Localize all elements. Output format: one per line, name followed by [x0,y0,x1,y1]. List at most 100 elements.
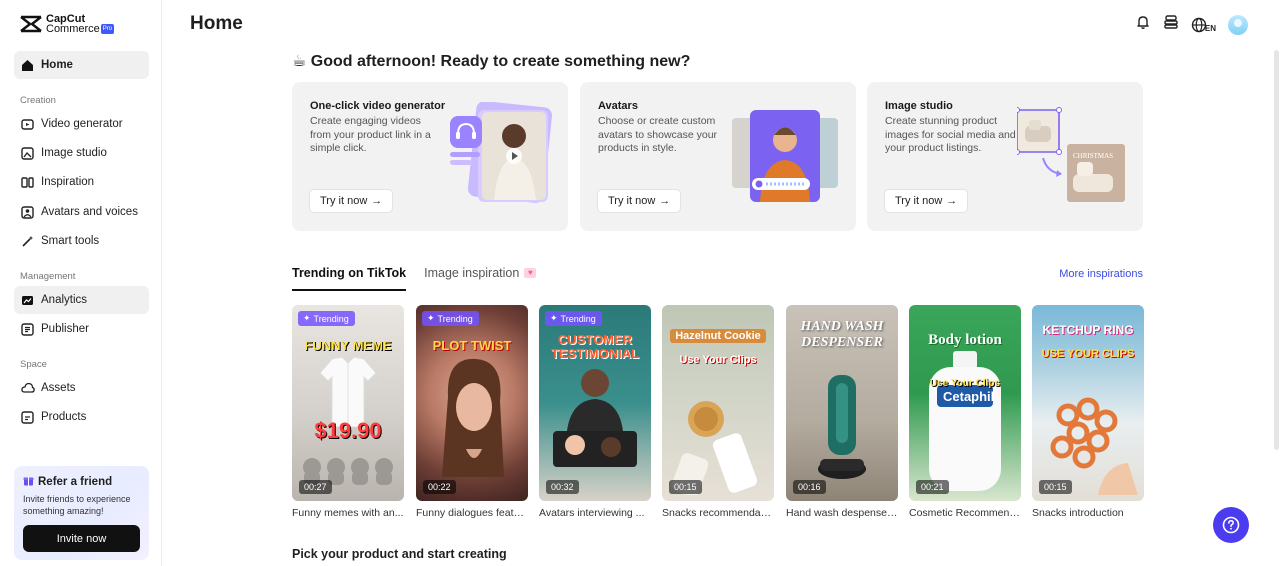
try-it-now-button[interactable]: Try it now → [884,189,969,213]
arrow-right-icon: → [946,195,958,207]
magic-wand-icon [20,234,35,249]
video-duration: 00:22 [423,480,456,494]
sidebar-item-label: Assets [41,382,76,394]
video-card[interactable]: ✦ Trending CUSTOMER TESTIMONIAL 00:32 [539,305,651,501]
heart-icon: ♥ [524,268,537,278]
publisher-icon [20,322,35,337]
help-question-icon [1222,516,1240,534]
gift-icon [23,475,34,489]
sidebar-item-smart-tools[interactable]: Smart tools [14,227,149,255]
tab-trending-on-tiktok[interactable]: Trending on TikTok [292,266,407,291]
feature-card-avatars[interactable]: Avatars Choose or create custom avatars … [580,82,856,231]
sparkle-icon: ✦ [550,313,558,323]
video-caption: FUNNY MEME [304,338,392,353]
sidebar-item-label: Home [41,59,73,71]
greeting-heading: ☕ Good afternoon! Ready to create someth… [292,53,691,70]
inspiration-icon [20,175,35,190]
sidebar-item-avatars[interactable]: Avatars and voices [14,198,149,226]
home-icon [20,58,35,73]
video-duration: 00:32 [546,480,579,494]
section-creation: Creation [20,95,56,106]
sidebar-item-video-generator[interactable]: Video generator [14,110,149,138]
video-card[interactable]: Body lotion Cetaphil Use Your Clips 00:2… [909,305,1021,501]
video-duration: 00:15 [1039,480,1072,494]
trending-badge: ✦ Trending [545,311,602,326]
help-button[interactable] [1213,507,1249,543]
price-tag: $19.90 [314,418,382,443]
sparkle-icon: ✦ [303,313,311,323]
video-title: Avatars interviewing ... [539,507,645,519]
sidebar-item-label: Avatars and voices [41,206,138,218]
video-title: Snacks recommendati... [662,507,774,519]
sidebar-item-label: Smart tools [41,235,100,247]
invite-now-button[interactable]: Invite now [23,525,140,552]
video-caption: Body lotion [928,332,1002,348]
refer-description: Invite friends to experience something a… [23,494,131,516]
video-card[interactable]: ✦ Trending FUNNY MEME $19.90 00:27 [292,305,404,501]
refer-friend-card: Refer a friend Invite friends to experie… [14,466,149,560]
video-caption: KETCHUP RING [1042,323,1134,337]
feature-description: Create engaging videos from your product… [310,115,431,154]
shirt-image [319,357,377,427]
sidebar-item-analytics[interactable]: Analytics [14,286,149,314]
sidebar: CapCut Commerce Pro Home Creation Video g… [0,0,162,566]
video-title: Snacks introduction [1032,507,1124,519]
woman-face-image [442,358,504,477]
sidebar-item-label: Inspiration [41,176,95,188]
sidebar-item-image-studio[interactable]: Image studio [14,139,149,167]
sidebar-item-label: Products [41,411,87,423]
sidebar-item-home[interactable]: Home [14,51,149,79]
video-caption: PLOT TWIST [432,338,512,353]
image-studio-illustration: CHRISTMAS [1014,102,1127,210]
avatars-illustration [730,102,840,210]
language-globe-icon[interactable]: EN [1191,17,1216,33]
video-card[interactable]: ✦ Trending PLOT TWIST 00:22 [416,305,528,501]
feature-card-video-generator[interactable]: One-click video generator Create engagin… [292,82,568,231]
bell-icon[interactable] [1135,14,1151,35]
video-caption: CUSTOMER TESTIMONIAL [550,332,640,361]
video-subcaption: USE YOUR CLIPS [1041,348,1135,360]
avatar-icon [20,205,35,220]
try-it-now-button[interactable]: Try it now → [597,189,682,213]
sidebar-item-products[interactable]: Products [14,403,149,431]
section-space: Space [20,359,47,370]
logo-line2: Commerce [46,23,100,35]
page-title: Home [190,13,243,34]
feature-description: Choose or create custom avatars to showc… [598,115,718,154]
page-scrollbar[interactable] [1274,50,1279,450]
capcut-commerce-logo[interactable]: CapCut Commerce Pro [20,14,115,35]
video-caption: HAND WASH DESPENSER [800,319,884,350]
sidebar-item-assets[interactable]: Assets [14,374,149,402]
video-subcaption: Use Your Clips [929,378,1001,389]
inspiration-tabs: Trending on TikTok Image inspiration ♥ [292,266,537,291]
more-inspirations-link[interactable]: More inspirations [1059,268,1143,280]
video-title: Hand wash despenser... [786,507,898,519]
sidebar-item-publisher[interactable]: Publisher [14,315,149,343]
video-card[interactable]: HAND WASH DESPENSER 00:16 [786,305,898,501]
video-duration: 00:27 [299,480,332,494]
lotion-bottle-image: Cetaphil [929,351,1001,491]
trending-badge: ✦ Trending [422,311,479,326]
user-avatar[interactable] [1228,14,1248,35]
arrow-right-icon: → [371,195,383,207]
video-title: Cosmetic Recommend... [909,507,1021,519]
feature-card-image-studio[interactable]: Image studio Create stunning product ima… [867,82,1143,231]
analytics-icon [20,293,35,308]
try-it-now-button[interactable]: Try it now → [309,189,394,213]
svg-text:CHRISTMAS: CHRISTMAS [1073,152,1113,160]
image-studio-icon [20,146,35,161]
ketchup-rings-image [1050,397,1138,495]
refer-title: Refer a friend [38,476,113,488]
video-caption: Hazelnut Cookie [670,329,766,343]
layers-icon[interactable] [1163,14,1179,35]
video-card[interactable]: KETCHUP RING USE YOUR CLIPS 00:15 [1032,305,1144,501]
top-toolbar: EN [1135,14,1248,35]
hand-wash-dispenser-image [818,375,866,479]
sidebar-item-label: Video generator [41,118,123,130]
video-generator-illustration [442,101,553,210]
video-card[interactable]: Hazelnut Cookie Use Your Clips 00:15 [662,305,774,501]
tab-image-inspiration[interactable]: Image inspiration ♥ [424,266,537,291]
snack-image [671,401,757,495]
video-subcaption: Use Your Clips [679,354,757,366]
sidebar-item-inspiration[interactable]: Inspiration [14,168,149,196]
